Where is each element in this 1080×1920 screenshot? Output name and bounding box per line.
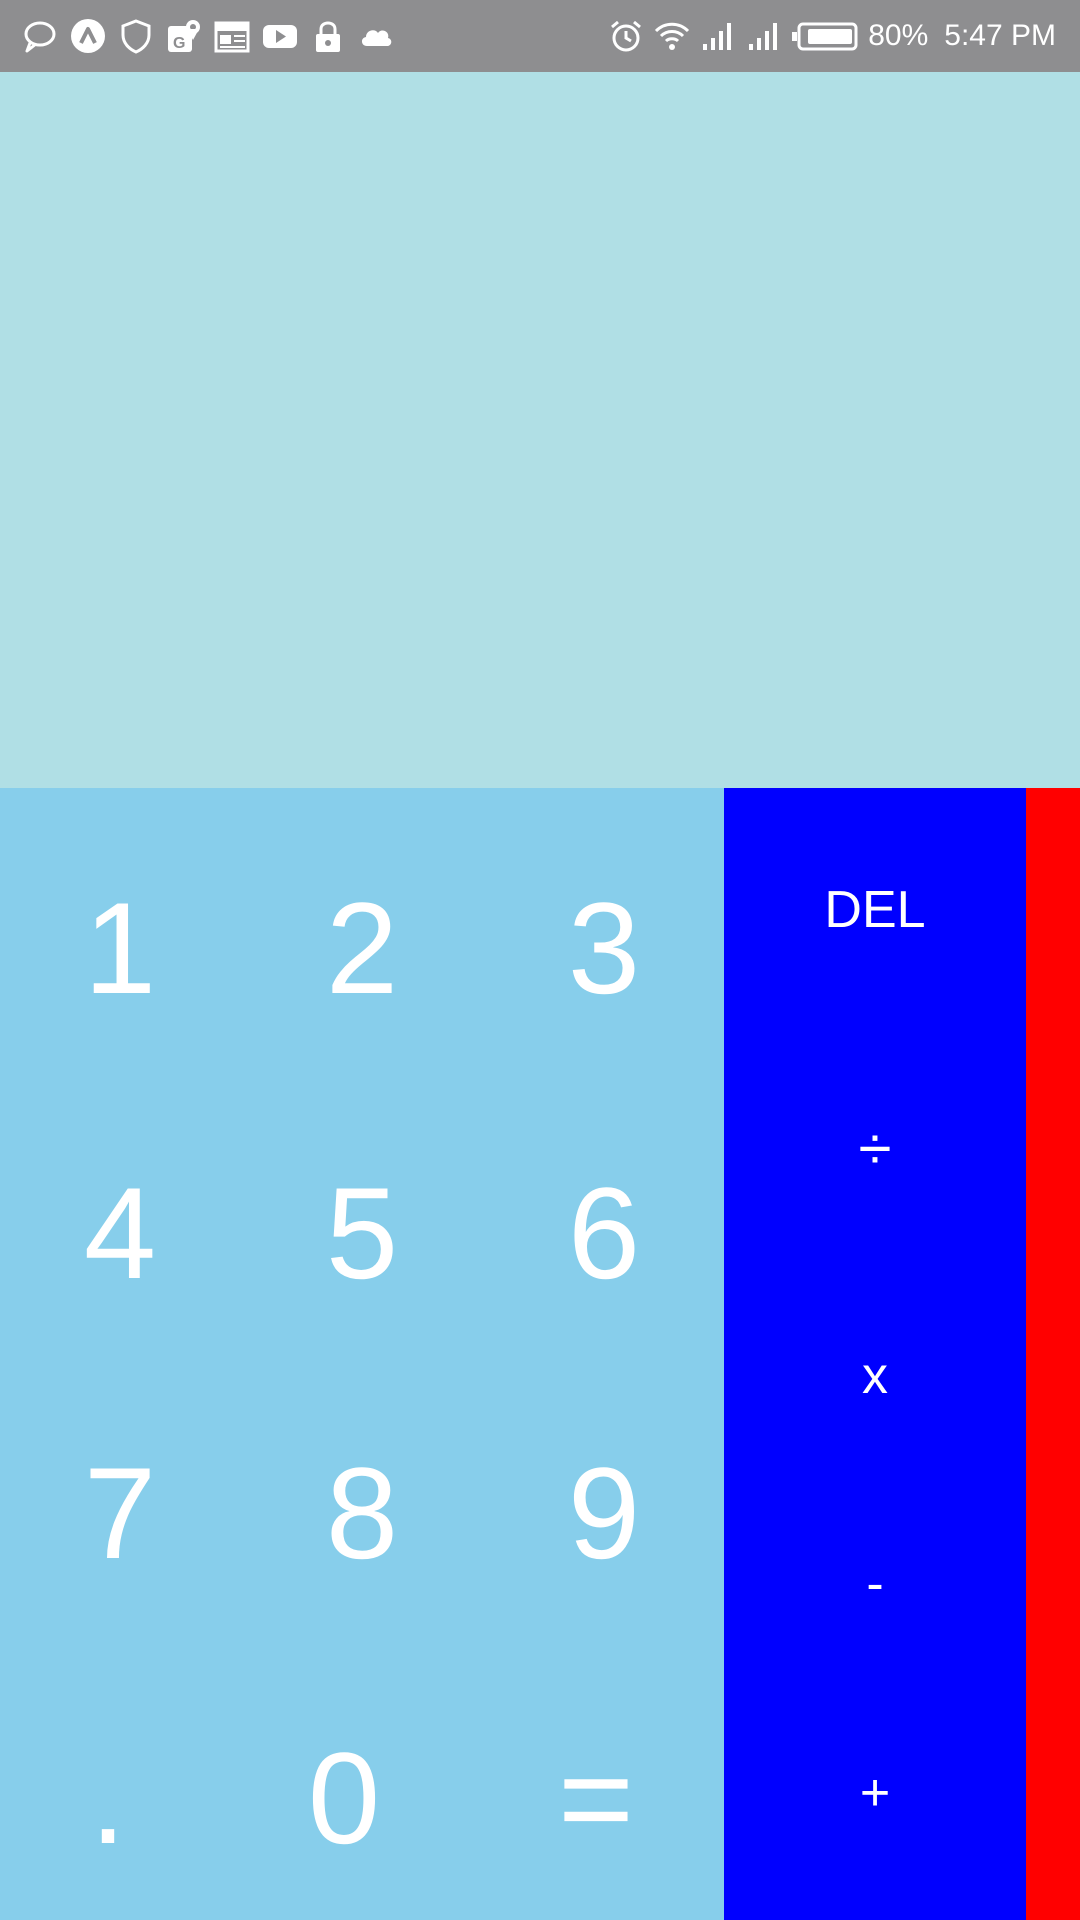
key-4[interactable]: 4: [0, 1073, 240, 1353]
news-icon: [214, 18, 250, 54]
alarm-icon: [608, 18, 644, 54]
side-panel-strip[interactable]: [1026, 788, 1080, 1920]
key-0[interactable]: 0: [224, 1638, 464, 1918]
key-equals[interactable]: =: [476, 1638, 716, 1918]
battery-percent: 80%: [868, 19, 929, 52]
cloud-icon: [358, 18, 394, 54]
divide-button[interactable]: ÷: [724, 1078, 1026, 1218]
key-8[interactable]: 8: [242, 1353, 482, 1633]
chat-bubble-icon: [22, 18, 58, 54]
multiply-button[interactable]: x: [724, 1306, 1026, 1446]
system-status: 80% 5:47 PM: [608, 0, 1056, 72]
maps-icon: G: [166, 18, 202, 54]
key-1[interactable]: 1: [0, 788, 240, 1068]
youtube-icon: [262, 18, 298, 54]
signal-icon: [700, 18, 736, 54]
key-5[interactable]: 5: [242, 1073, 482, 1353]
key-3[interactable]: 3: [484, 788, 724, 1068]
key-6[interactable]: 6: [484, 1073, 724, 1353]
key-decimal[interactable]: .: [0, 1638, 228, 1918]
shield-icon: [118, 18, 154, 54]
app-badge-icon: [70, 18, 106, 54]
key-2[interactable]: 2: [242, 788, 482, 1068]
subtract-button[interactable]: -: [724, 1514, 1026, 1654]
battery-icon: [792, 18, 858, 54]
delete-button[interactable]: DEL: [724, 840, 1026, 980]
number-pad: 1 2 3 4 5 6 7 8 9 . 0 =: [0, 788, 724, 1920]
lock-icon: [310, 18, 346, 54]
wifi-icon: [654, 18, 690, 54]
operator-panel: DEL ÷ x - +: [724, 788, 1026, 1920]
key-9[interactable]: 9: [484, 1353, 724, 1633]
notification-icons: G: [22, 0, 394, 72]
calculator-display: [0, 72, 1080, 788]
add-button[interactable]: +: [724, 1723, 1026, 1863]
svg-text:G: G: [173, 35, 185, 52]
signal-icon: [746, 18, 782, 54]
clock: 5:47 PM: [944, 19, 1056, 52]
key-7[interactable]: 7: [0, 1353, 240, 1633]
status-bar: G 80% 5:47 PM: [0, 0, 1080, 72]
